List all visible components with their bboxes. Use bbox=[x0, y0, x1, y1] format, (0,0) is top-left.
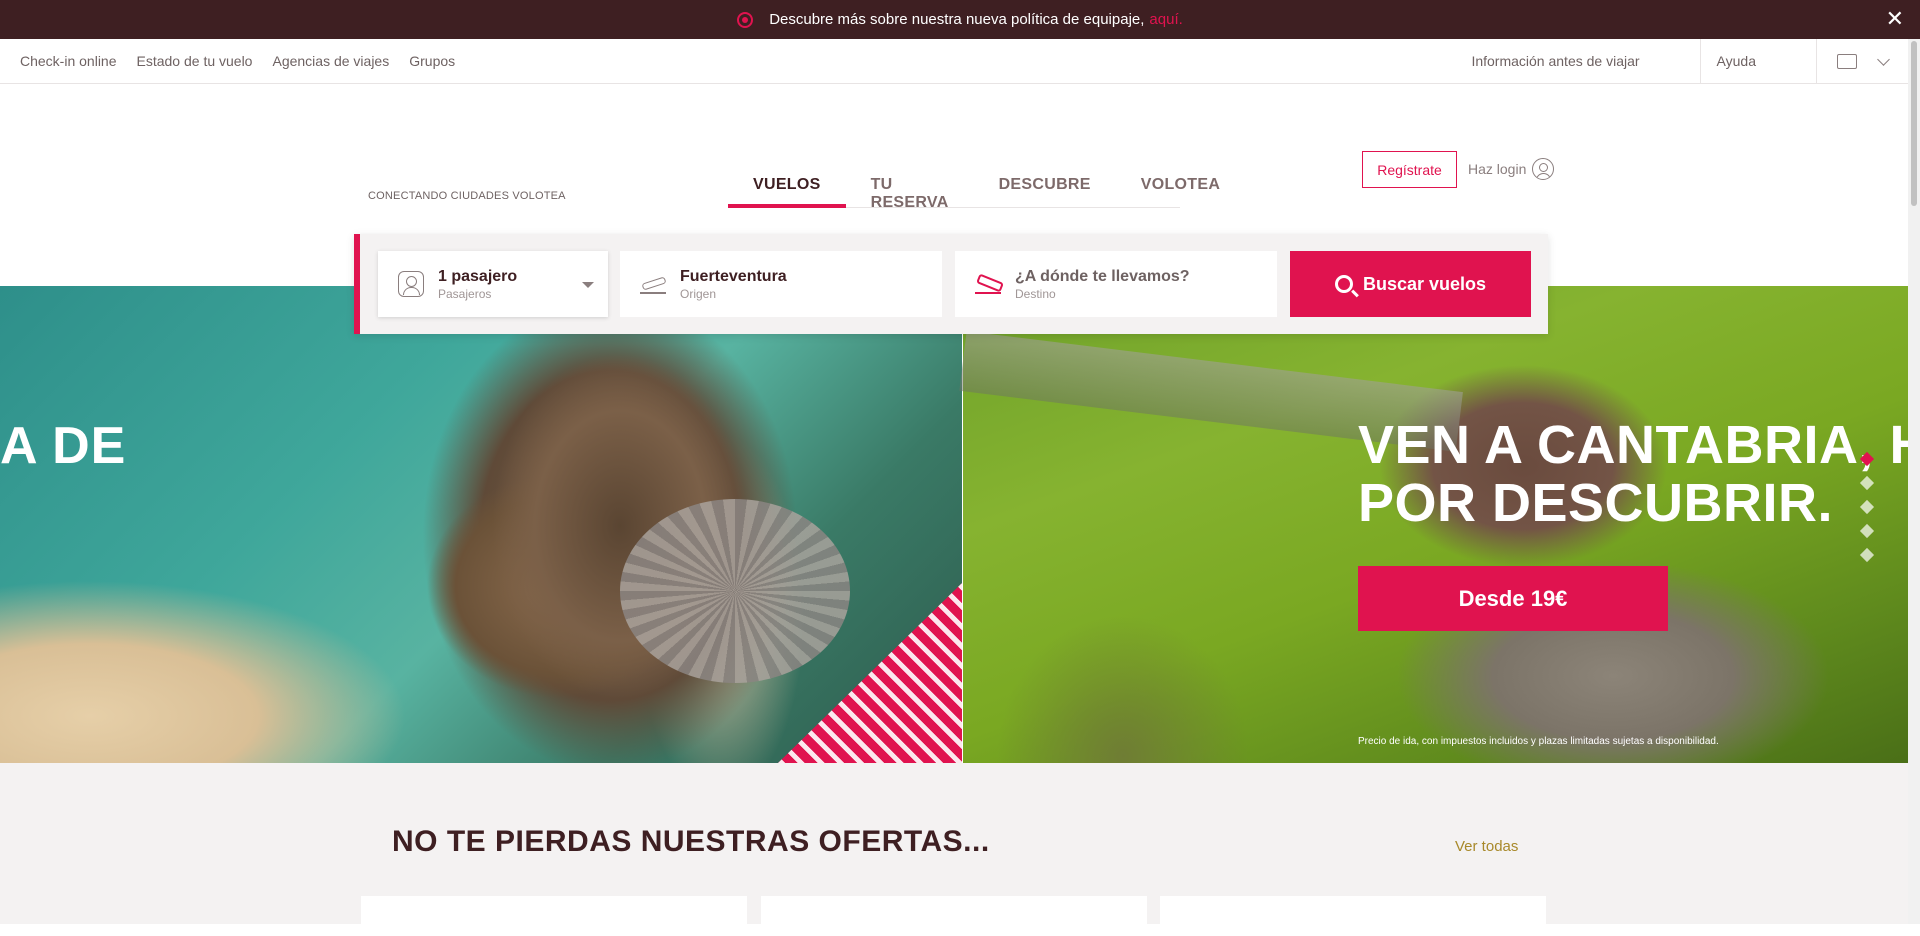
passengers-value: 1 pasajero bbox=[438, 267, 518, 285]
passengers-label: Pasajeros bbox=[438, 286, 492, 301]
hero-cta-button[interactable]: Desde 19€ bbox=[1358, 566, 1668, 631]
nav-groups[interactable]: Grupos bbox=[409, 53, 455, 69]
offers-title: NO TE PIERDAS NUESTRAS OFERTAS... bbox=[392, 825, 990, 858]
main-tabs: VUELOS TU RESERVA DESCUBRE VOLOTEA bbox=[728, 172, 1220, 211]
hero-title-line-2: POR DESCUBRIR. bbox=[1358, 473, 1834, 533]
carousel-dots bbox=[1859, 451, 1875, 563]
nav-help-label: Ayuda bbox=[1716, 53, 1756, 69]
tagline: CONECTANDO CIUDADES VOLOTEA bbox=[368, 190, 566, 202]
scrollbar-thumb[interactable] bbox=[1911, 41, 1917, 206]
hero-carousel: A DE VEN A CANTABRIA, HAY MÁS POR DESCUB… bbox=[0, 286, 1908, 763]
hero-slide-current: VEN A CANTABRIA, HAY MÁS POR DESCUBRIR. … bbox=[959, 286, 1908, 763]
nav-help[interactable]: Ayuda bbox=[1701, 39, 1817, 83]
feedback-menu[interactable] bbox=[1817, 52, 1908, 69]
nav-travel-info[interactable]: Información antes de viajar bbox=[1431, 39, 1701, 83]
login-label: Haz login bbox=[1468, 161, 1527, 177]
login-link[interactable]: Haz login bbox=[1468, 158, 1555, 180]
takeoff-icon bbox=[640, 271, 666, 297]
hero-slide-previous: A DE bbox=[0, 286, 962, 763]
hero-disclaimer: Precio de ida, con impuestos incluidos y… bbox=[1358, 736, 1719, 747]
origin-value: Fuerteventura bbox=[680, 267, 787, 285]
offer-card[interactable] bbox=[361, 896, 747, 936]
offer-card[interactable] bbox=[1160, 896, 1546, 936]
close-icon[interactable]: ✕ bbox=[1886, 8, 1904, 30]
nav-flight-status[interactable]: Estado de tu vuelo bbox=[137, 53, 253, 69]
search-icon bbox=[1334, 275, 1353, 293]
search-flights-button[interactable]: Buscar vuelos bbox=[1290, 251, 1531, 317]
feedback-icon bbox=[1837, 53, 1857, 69]
destination-placeholder: ¿A dónde te llevamos? bbox=[1015, 267, 1190, 285]
carousel-dot-5[interactable] bbox=[1859, 547, 1875, 563]
search-flights-label: Buscar vuelos bbox=[1362, 273, 1487, 294]
destination-field[interactable]: ¿A dónde te llevamos? Destino bbox=[955, 251, 1277, 317]
carousel-dot-1[interactable] bbox=[1859, 451, 1875, 467]
pavilion-image bbox=[620, 499, 850, 683]
offers-section: NO TE PIERDAS NUESTRAS OFERTAS... Ver to… bbox=[0, 763, 1908, 936]
tab-descubre[interactable]: DESCUBRE bbox=[974, 172, 1116, 208]
utility-nav: Check-in online Estado de tu vuelo Agenc… bbox=[0, 39, 1908, 84]
offer-card[interactable] bbox=[761, 896, 1147, 936]
caret-down-icon bbox=[582, 282, 594, 288]
notice-bar: Descubre más sobre nuestra nueva polític… bbox=[0, 0, 1920, 39]
origin-label: Origen bbox=[680, 286, 717, 301]
tab-vuelos[interactable]: VUELOS bbox=[728, 172, 846, 208]
carousel-dot-3[interactable] bbox=[1859, 499, 1875, 515]
user-icon bbox=[1532, 158, 1555, 180]
register-button[interactable]: Regístrate bbox=[1362, 151, 1457, 188]
see-all-offers-link[interactable]: Ver todas bbox=[1455, 838, 1518, 855]
passenger-icon bbox=[398, 271, 424, 297]
hero-title-line-1: VEN A CANTABRIA, HAY MÁS bbox=[1358, 415, 1908, 475]
tab-tu-reserva[interactable]: TU RESERVA bbox=[846, 172, 974, 211]
origin-field[interactable]: Fuerteventura Origen bbox=[620, 251, 942, 317]
nav-checkin-online[interactable]: Check-in online bbox=[20, 53, 117, 69]
notice-link[interactable]: aquí. bbox=[1149, 11, 1182, 28]
flight-search-panel: 1 pasajero Pasajeros Fuerteventura Orige… bbox=[354, 234, 1548, 334]
hero-title: VEN A CANTABRIA, HAY MÁS POR DESCUBRIR. bbox=[1358, 416, 1908, 532]
notice-text: Descubre más sobre nuestra nueva polític… bbox=[769, 11, 1145, 28]
chevron-down-icon bbox=[1877, 52, 1890, 66]
nav-travel-info-label: Información antes de viajar bbox=[1471, 53, 1640, 69]
passengers-select[interactable]: 1 pasajero Pasajeros bbox=[378, 251, 608, 317]
hero-left-title: A DE bbox=[0, 417, 127, 475]
carousel-dot-4[interactable] bbox=[1859, 523, 1875, 539]
utility-nav-left: Check-in online Estado de tu vuelo Agenc… bbox=[0, 53, 455, 69]
radio-dot-icon bbox=[737, 11, 754, 28]
utility-nav-right: Información antes de viajar Ayuda bbox=[1431, 39, 1908, 83]
destination-label: Destino bbox=[1015, 286, 1056, 301]
page-scrollbar[interactable] bbox=[1908, 39, 1920, 924]
carousel-dot-2[interactable] bbox=[1859, 475, 1875, 491]
nav-travel-agencies[interactable]: Agencias de viajes bbox=[272, 53, 389, 69]
tab-volotea[interactable]: VOLOTEA bbox=[1116, 172, 1245, 208]
landing-icon bbox=[975, 271, 1001, 297]
